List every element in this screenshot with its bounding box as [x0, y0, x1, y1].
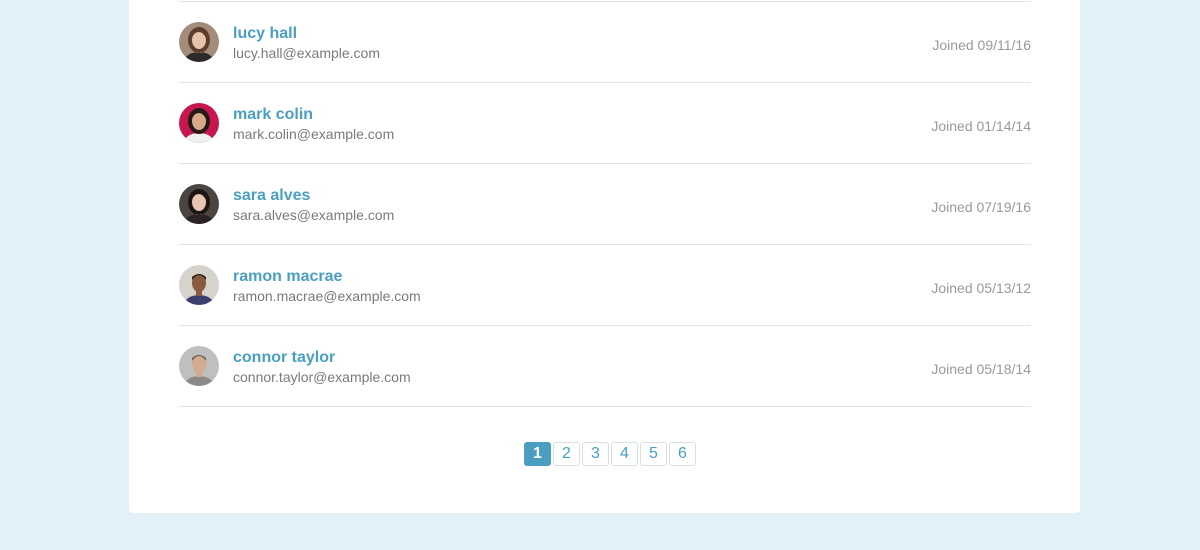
user-row: lucy hall lucy.hall@example.com Joined 0…	[179, 2, 1031, 83]
avatar[interactable]	[179, 265, 219, 305]
portrait-icon	[179, 184, 219, 224]
user-row: connor taylor connor.taylor@example.com …	[179, 326, 1031, 407]
avatar[interactable]	[179, 346, 219, 386]
page-button-5[interactable]: 5	[640, 442, 667, 466]
avatar[interactable]	[179, 22, 219, 62]
user-email: sara.alves@example.com	[233, 207, 395, 223]
user-name[interactable]: mark colin	[233, 105, 313, 125]
joined-date: Joined 05/18/14	[931, 361, 1031, 377]
user-row: ramon macrae ramon.macrae@example.com Jo…	[179, 245, 1031, 326]
user-row: sara alves sara.alves@example.com Joined…	[179, 164, 1031, 245]
page-button-4[interactable]: 4	[611, 442, 638, 466]
page-button-2[interactable]: 2	[553, 442, 580, 466]
joined-date: Joined 01/14/14	[931, 118, 1031, 134]
joined-date: Joined 09/11/16	[932, 37, 1031, 53]
portrait-icon	[179, 265, 219, 305]
user-list-panel: lucy hall lucy.hall@example.com Joined 0…	[129, 0, 1080, 513]
page-button-3[interactable]: 3	[582, 442, 609, 466]
user-row: mark colin mark.colin@example.com Joined…	[179, 83, 1031, 164]
user-name[interactable]: lucy hall	[233, 24, 297, 44]
user-email: ramon.macrae@example.com	[233, 288, 421, 304]
user-name[interactable]: ramon macrae	[233, 267, 342, 287]
user-name[interactable]: connor taylor	[233, 348, 335, 368]
user-email: mark.colin@example.com	[233, 126, 395, 142]
user-email: connor.taylor@example.com	[233, 369, 411, 385]
portrait-icon	[179, 103, 219, 143]
pagination: 1 2 3 4 5 6	[524, 442, 698, 466]
joined-date: Joined 07/19/16	[931, 199, 1031, 215]
portrait-icon	[179, 22, 219, 62]
page-button-1[interactable]: 1	[524, 442, 551, 466]
joined-date: Joined 05/13/12	[931, 280, 1031, 296]
avatar[interactable]	[179, 184, 219, 224]
user-email: lucy.hall@example.com	[233, 45, 381, 61]
avatar[interactable]	[179, 103, 219, 143]
page-button-6[interactable]: 6	[669, 442, 696, 466]
user-list: lucy hall lucy.hall@example.com Joined 0…	[179, 1, 1031, 407]
user-name[interactable]: sara alves	[233, 186, 310, 206]
portrait-icon	[179, 346, 219, 386]
